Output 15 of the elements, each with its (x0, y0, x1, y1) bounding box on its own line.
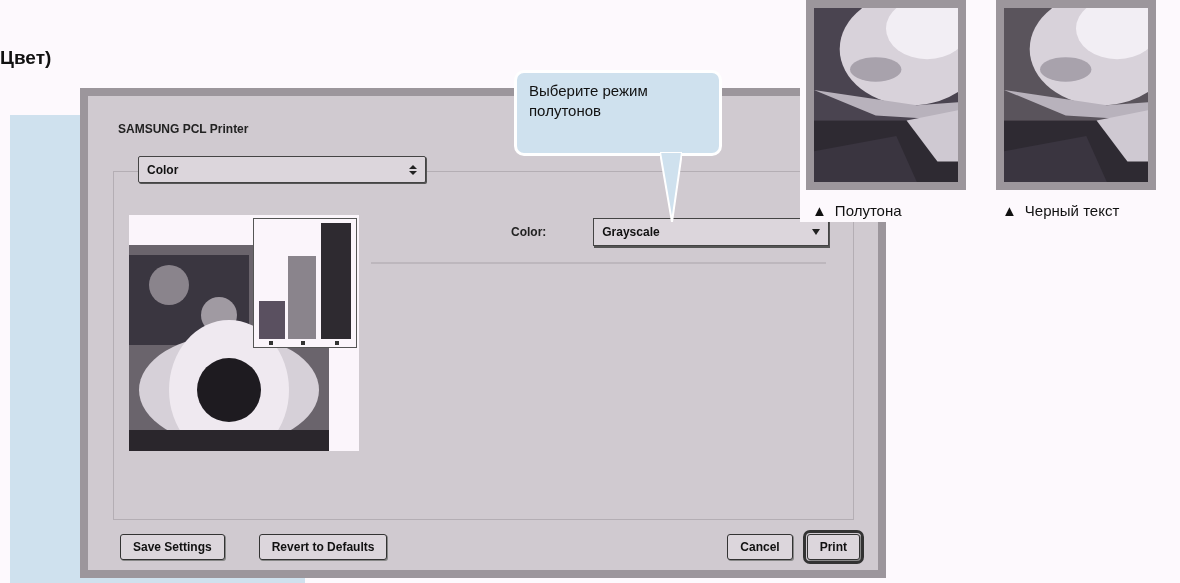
callout: Выберите режим полутонов (514, 70, 722, 156)
color-label: Color: (511, 224, 548, 241)
color-select[interactable]: Grayscale (593, 218, 829, 246)
dialog-title: SAMSUNG PCL Printer (118, 121, 250, 138)
color-select-value: Grayscale (601, 224, 661, 241)
page-heading: Цвет) (0, 46, 52, 70)
sample-caption: Полутона (834, 201, 902, 221)
panel-menu-value: Color (146, 161, 180, 179)
triangle-marker: ▲ (812, 201, 827, 221)
panel-menu[interactable]: Color (138, 156, 426, 183)
dialog-button[interactable]: Save Settings (120, 534, 225, 560)
dialog-button[interactable]: Revert to Defaults (258, 534, 388, 560)
triangle-marker: ▲ (1002, 201, 1017, 221)
dialog-button[interactable]: Cancel (727, 534, 793, 560)
sample-caption: Черный текст (1024, 201, 1120, 221)
